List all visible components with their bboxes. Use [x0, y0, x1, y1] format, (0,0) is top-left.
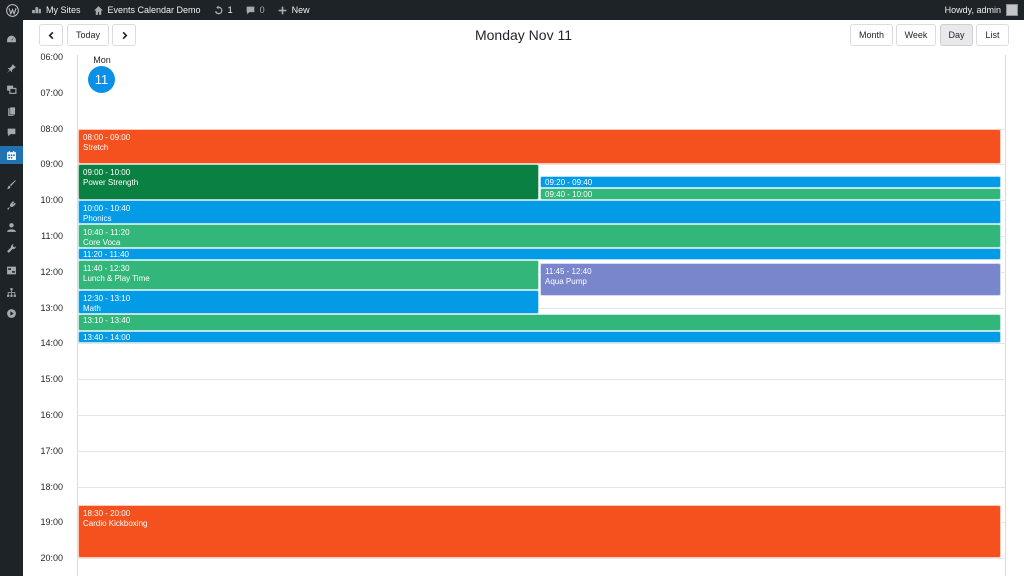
- hour-label: 10:00: [40, 195, 63, 206]
- event-time: 18:30 - 20:00: [83, 508, 131, 518]
- updates-icon: [214, 5, 223, 14]
- event-title: Math: [83, 303, 101, 313]
- comment-icon: [246, 6, 254, 14]
- hour-label: 16:00: [40, 410, 63, 420]
- appearance-brush-icon[interactable]: [0, 175, 23, 193]
- events-calendar-icon[interactable]: [0, 146, 27, 164]
- plugins-icon[interactable]: [0, 196, 23, 214]
- event-title: Lunch & Play Time: [83, 273, 150, 283]
- event-time: 10:00 - 10:40: [83, 204, 131, 214]
- plus-icon: [278, 6, 286, 14]
- hour-gridline: [77, 450, 1006, 452]
- my-account-link[interactable]: Howdy, admin: [945, 4, 1024, 16]
- comments-icon[interactable]: [0, 123, 23, 141]
- day-header-date-circle[interactable]: 11: [88, 66, 115, 93]
- event-time: 11:20 - 11:40: [83, 249, 129, 259]
- calendar-main: Today Monday Nov 11 Month Week Day List …: [23, 20, 1024, 576]
- event-time: 09:20 - 09:40: [545, 178, 593, 188]
- calendar-event[interactable]: 18:30 - 20:00 Cardio Kickboxing: [78, 504, 1001, 559]
- calendar-event[interactable]: 09:20 - 09:40: [540, 176, 1001, 189]
- event-title: Aqua Pump: [545, 276, 587, 286]
- hour-gridline: [77, 486, 1006, 488]
- new-label: New: [291, 5, 310, 15]
- updates-count: 1: [227, 5, 233, 15]
- day-header-weekday: Mon: [93, 55, 111, 65]
- hour-label: 07:00: [40, 87, 63, 98]
- view-month-button[interactable]: Month: [850, 24, 893, 46]
- posts-pin-icon[interactable]: [0, 59, 23, 77]
- calendar-event[interactable]: 09:00 - 10:00 Power Strength: [78, 164, 539, 201]
- site-name-label: Events Calendar Demo: [107, 5, 201, 15]
- calendar-event[interactable]: 12:30 - 13:10 Math: [78, 289, 539, 314]
- site-name-link[interactable]: Events Calendar Demo: [87, 0, 207, 20]
- greeting-text: Howdy, admin: [944, 5, 1001, 15]
- event-time: 13:40 - 14:00: [83, 333, 131, 343]
- view-week-button[interactable]: Week: [896, 24, 936, 46]
- hour-label: 17:00: [40, 445, 63, 456]
- hour-label: 20:00: [40, 553, 63, 564]
- event-title: Power Strength: [83, 178, 139, 188]
- event-title: Stretch: [83, 142, 109, 152]
- comments-link[interactable]: 0: [239, 0, 271, 20]
- event-time: 11:40 - 12:30: [83, 263, 130, 273]
- calendar-event[interactable]: 08:00 - 09:00 Stretch: [78, 128, 1001, 165]
- avatar: [1006, 4, 1018, 16]
- view-day-button[interactable]: Day: [940, 24, 973, 46]
- settings-icon[interactable]: [0, 261, 23, 279]
- calendar-event[interactable]: 10:40 - 11:20 Core Voca: [78, 224, 1001, 248]
- calendar-event[interactable]: 13:40 - 14:00: [78, 331, 1001, 344]
- hour-label: 12:00: [40, 266, 63, 277]
- users-icon[interactable]: [0, 218, 23, 236]
- media-icon[interactable]: [0, 80, 23, 98]
- event-title: Phonics: [83, 214, 112, 224]
- hour-label: 09:00: [40, 159, 63, 170]
- calendar-event[interactable]: 13:10 - 13:40: [78, 313, 1001, 332]
- my-sites-link[interactable]: My Sites: [25, 0, 87, 20]
- event-time: 09:40 - 10:00: [545, 190, 593, 200]
- my-sites-icon: [32, 6, 41, 13]
- sitemap-icon[interactable]: [0, 283, 23, 301]
- pages-icon[interactable]: [0, 102, 23, 120]
- hour-label: 11:00: [41, 231, 63, 241]
- event-time: 12:30 - 13:10: [83, 293, 131, 303]
- hour-label: 18:00: [40, 481, 63, 492]
- hour-label: 08:00: [40, 123, 63, 134]
- event-title: Cardio Kickboxing: [83, 518, 148, 528]
- hour-label: 13:00: [40, 302, 63, 313]
- calendar-event[interactable]: 10:00 - 10:40 Phonics: [78, 200, 1001, 225]
- wordpress-logo-icon[interactable]: [0, 0, 25, 20]
- play-circle-icon[interactable]: [0, 304, 23, 322]
- admin-side-menu: [0, 20, 27, 576]
- hour-gridline: [77, 379, 1006, 381]
- calendar-event[interactable]: 11:45 - 12:40 Aqua Pump: [540, 262, 1001, 296]
- calendar-event[interactable]: 11:40 - 12:30 Lunch & Play Time: [78, 259, 539, 290]
- hour-gridline: [77, 415, 1006, 416]
- home-icon: [93, 5, 103, 15]
- hour-gridline: [77, 343, 1006, 345]
- hour-label: 15:00: [40, 374, 63, 385]
- hour-label: 14:00: [40, 338, 63, 349]
- admin-bar: My Sites Events Calendar Demo 1 0 New Ho…: [0, 0, 1024, 20]
- comments-count: 0: [259, 5, 265, 15]
- event-title: Core Voca: [83, 238, 121, 248]
- hour-gridline: [77, 558, 1006, 560]
- calendar-event[interactable]: 11:20 - 11:40: [78, 247, 1001, 260]
- event-time: 09:00 - 10:00: [83, 168, 131, 178]
- event-time: 08:00 - 09:00: [83, 132, 131, 142]
- new-content-link[interactable]: New: [271, 0, 316, 20]
- event-time: 11:45 - 12:40: [545, 266, 592, 276]
- calendar-event[interactable]: 09:40 - 10:00: [540, 188, 1001, 201]
- my-sites-label: My Sites: [46, 5, 81, 15]
- tools-wrench-icon[interactable]: [0, 239, 23, 257]
- day-time-grid: Mon 11 06:00 07:00 08:00 09:00 10:00 11:00 12:…: [23, 52, 1024, 576]
- event-time: 13:10 - 13:40: [83, 315, 131, 325]
- updates-link[interactable]: 1: [207, 0, 239, 20]
- event-time: 10:40 - 11:20: [83, 228, 130, 238]
- hour-label: 06:00: [40, 52, 63, 62]
- view-list-button[interactable]: List: [976, 24, 1009, 46]
- dashboard-icon[interactable]: [0, 30, 23, 48]
- hour-label: 19:00: [40, 517, 63, 528]
